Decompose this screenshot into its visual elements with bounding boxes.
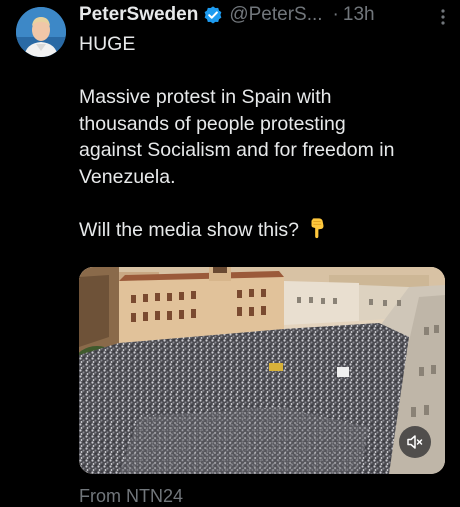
verified-badge-icon[interactable] xyxy=(203,5,223,25)
tweet-text-line: Will the media show this? xyxy=(79,218,300,241)
tweet-text-line: against Socialism and for freedom in xyxy=(79,139,395,161)
tweet-text-line: Massive protest in Spain with xyxy=(79,86,332,108)
tweet-text: HUGE Massive protest in Spain with thous… xyxy=(79,31,451,243)
tweet-text-line: Venezuela. xyxy=(79,165,176,188)
header-separator: · xyxy=(332,4,339,25)
more-vertical-icon[interactable] xyxy=(435,8,451,26)
tweet-text-line: thousands of people protesting xyxy=(79,112,346,135)
pointing-down-hand-emoji xyxy=(311,217,324,238)
tweet-timestamp[interactable]: 13h xyxy=(343,4,375,26)
tweet[interactable]: PeterSweden @PeterS... · 13h HUGE Massiv… xyxy=(0,0,460,506)
tweet-header: PeterSweden @PeterS... · 13h xyxy=(79,2,451,28)
tweet-text-line: HUGE xyxy=(79,33,136,55)
video-source-attribution[interactable]: From NTN24 xyxy=(79,486,183,507)
profile-photo xyxy=(16,7,66,57)
tweet-text-line-with-emoji: Will the media show this? xyxy=(79,217,451,244)
author-display-name[interactable]: PeterSweden xyxy=(79,4,198,26)
video-thumbnail xyxy=(79,267,445,474)
volume-muted-icon[interactable] xyxy=(399,426,431,458)
author-avatar[interactable] xyxy=(16,7,66,57)
tweet-video[interactable] xyxy=(79,267,445,474)
author-handle[interactable]: @PeterS... xyxy=(229,4,322,26)
